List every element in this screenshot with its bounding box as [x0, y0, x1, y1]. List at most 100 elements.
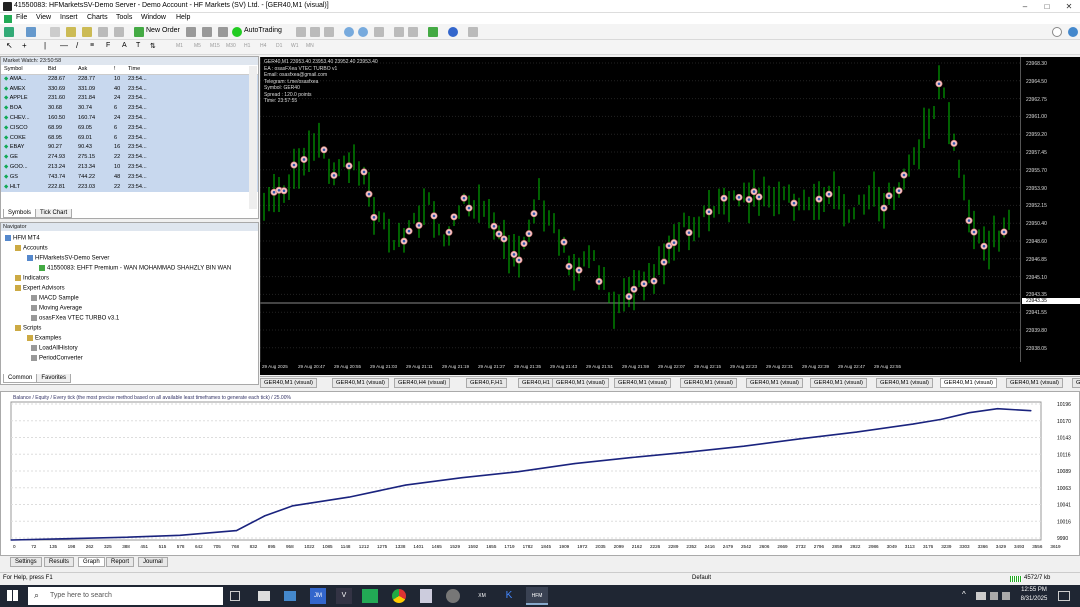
nav-scripts[interactable]: Scripts [15, 325, 41, 332]
clock-time[interactable]: 12:55 PM [1017, 587, 1051, 593]
tile-windows-icon[interactable] [374, 27, 384, 37]
app-circle-icon[interactable] [446, 589, 460, 603]
market-watch-row[interactable]: ◆ GS 743.74 744.22 48 23:54... [1, 171, 258, 182]
zoom-in-icon[interactable] [344, 27, 354, 37]
menu-charts[interactable]: Charts [87, 14, 108, 21]
chart-tab[interactable]: GER40,M1 (visual) [940, 378, 997, 388]
tab-tick-chart[interactable]: Tick Chart [35, 209, 73, 218]
channel-icon[interactable]: ≡ [90, 42, 94, 49]
mail-icon[interactable] [284, 591, 296, 601]
minimize-button[interactable]: – [1014, 0, 1036, 13]
metaeditor-icon[interactable] [186, 27, 196, 37]
hfm-taskbar-icon[interactable]: HFM [526, 587, 548, 605]
notepad-icon[interactable] [420, 589, 432, 603]
horizontal-line-icon[interactable]: — [60, 41, 68, 50]
mt4-taskbar-icon[interactable] [362, 589, 378, 603]
new-order-button[interactable]: New Order [146, 27, 180, 34]
tab-report[interactable]: Report [106, 557, 135, 567]
chart-tab[interactable]: GER40,H1 [518, 378, 555, 388]
jm-app-icon[interactable]: JM [310, 588, 326, 604]
chart-tab[interactable]: GER40,F,H1 [466, 378, 507, 388]
menu-view[interactable]: View [36, 14, 51, 21]
tf-m5[interactable]: M5 [194, 43, 201, 49]
tf-h1[interactable]: H1 [244, 43, 250, 49]
crosshair-icon[interactable]: + [22, 41, 27, 50]
market-watch-row[interactable]: ◆ COKE 68.95 69.01 6 23:54... [1, 132, 258, 143]
menu-window[interactable]: Window [141, 14, 166, 21]
windows-start-icon[interactable] [7, 590, 18, 601]
menu-insert[interactable]: Insert [60, 14, 78, 21]
market-watch-row[interactable]: ◆ EBAY 90.27 90.43 16 23:54... [1, 142, 258, 153]
chart-tab[interactable]: GER40,M1 (visual) [1072, 378, 1080, 388]
tab-results[interactable]: Results [44, 557, 75, 567]
tf-d1[interactable]: D1 [276, 43, 282, 49]
market-watch-row[interactable]: ◆ HLT 222.81 223.03 22 23:54... [1, 181, 258, 192]
nav-root[interactable]: HFM MT4 [5, 235, 40, 242]
notifications-icon[interactable] [1058, 591, 1070, 601]
nav-ea-macd[interactable]: MACD Sample [31, 295, 79, 302]
tf-h4[interactable]: H4 [260, 43, 266, 49]
col-bid[interactable]: Bid [45, 65, 75, 75]
col-time[interactable]: Time [125, 65, 258, 75]
tab-favorites[interactable]: Favorites [36, 374, 72, 383]
tray-chevron-icon[interactable]: ^ [962, 590, 966, 599]
chart-tab[interactable]: GER40,M1 (visual) [1006, 378, 1063, 388]
chart-tab[interactable]: GER40,H4 (visual) [394, 378, 451, 388]
nav-accounts[interactable]: Accounts [15, 245, 48, 252]
fibonacci-icon[interactable]: F [106, 42, 110, 49]
periods-icon[interactable] [448, 27, 458, 37]
templates-icon[interactable] [468, 27, 478, 37]
chart-shift-icon[interactable] [408, 27, 418, 37]
k-app-icon[interactable]: K [502, 589, 516, 603]
vertical-line-icon[interactable]: | [44, 41, 46, 50]
market-watch-row[interactable]: ◆ APPLE 231.60 231.84 24 23:54... [1, 93, 258, 104]
xm-icon[interactable]: XM [474, 590, 490, 602]
autotrading-icon[interactable] [232, 27, 242, 37]
profiles-icon[interactable] [26, 27, 36, 37]
taskbar-search[interactable]: ⌕ Type here to search [28, 587, 223, 605]
market-icon[interactable] [218, 27, 228, 37]
indicators-icon[interactable] [428, 27, 438, 37]
market-watch-row[interactable]: ◆ CHEV... 160.50 160.74 24 23:54... [1, 113, 258, 123]
menu-help[interactable]: Help [176, 14, 190, 21]
nav-ea-ma[interactable]: Moving Average [31, 305, 82, 312]
data-window-icon[interactable] [66, 27, 76, 37]
arrows-icon[interactable]: ⇅ [150, 42, 156, 50]
chart-tab[interactable]: GER40,M1 (visual) [876, 378, 933, 388]
col-spread[interactable]: ! [111, 65, 125, 75]
clock-date[interactable]: 8/31/2025 [1017, 596, 1051, 602]
cursor-icon[interactable]: ↖ [6, 41, 13, 50]
bar-chart-icon[interactable] [296, 27, 306, 37]
chart-tab[interactable]: GER40,M1 (visual) [746, 378, 803, 388]
menu-tools[interactable]: Tools [116, 14, 132, 21]
tf-w1[interactable]: W1 [291, 43, 299, 49]
community-icon[interactable] [1068, 27, 1078, 37]
file-explorer-icon[interactable] [258, 591, 270, 601]
chrome-icon[interactable] [392, 589, 406, 603]
tab-settings[interactable]: Settings [10, 557, 42, 567]
chart-tab[interactable]: GER40,M1 (visual) [680, 378, 737, 388]
market-watch-icon[interactable] [50, 27, 60, 37]
tf-m1[interactable]: M1 [176, 43, 183, 49]
col-ask[interactable]: Ask [75, 65, 111, 75]
new-order-icon[interactable] [134, 27, 144, 37]
v-app-icon[interactable]: V [336, 588, 352, 604]
tester-icon[interactable] [114, 27, 124, 37]
task-view-icon[interactable] [230, 591, 240, 601]
tf-mn[interactable]: MN [306, 43, 314, 49]
nav-script-loadall[interactable]: LoadAllHistory [31, 345, 78, 352]
text-icon[interactable]: A [122, 42, 127, 49]
market-watch-scrollbar[interactable] [249, 66, 257, 209]
network-icon[interactable] [976, 592, 986, 600]
nav-indicators[interactable]: Indicators [15, 275, 49, 282]
terminal-icon[interactable] [98, 27, 108, 37]
search-icon[interactable] [1052, 27, 1062, 37]
chart-tab[interactable]: GER40,M1 (visual) [332, 378, 389, 388]
market-watch-row[interactable]: ◆ AMA... 228.67 228.77 10 23:54... [1, 74, 258, 84]
zoom-out-icon[interactable] [358, 27, 368, 37]
market-watch-row[interactable]: ◆ BOA 30.68 30.74 6 23:54... [1, 103, 258, 114]
market-watch-row[interactable]: ◆ GOO... 213.24 213.34 10 23:54... [1, 162, 258, 172]
candlestick-icon[interactable] [310, 27, 320, 37]
autotrading-button[interactable]: AutoTrading [244, 27, 282, 34]
label-icon[interactable]: T [136, 42, 140, 49]
